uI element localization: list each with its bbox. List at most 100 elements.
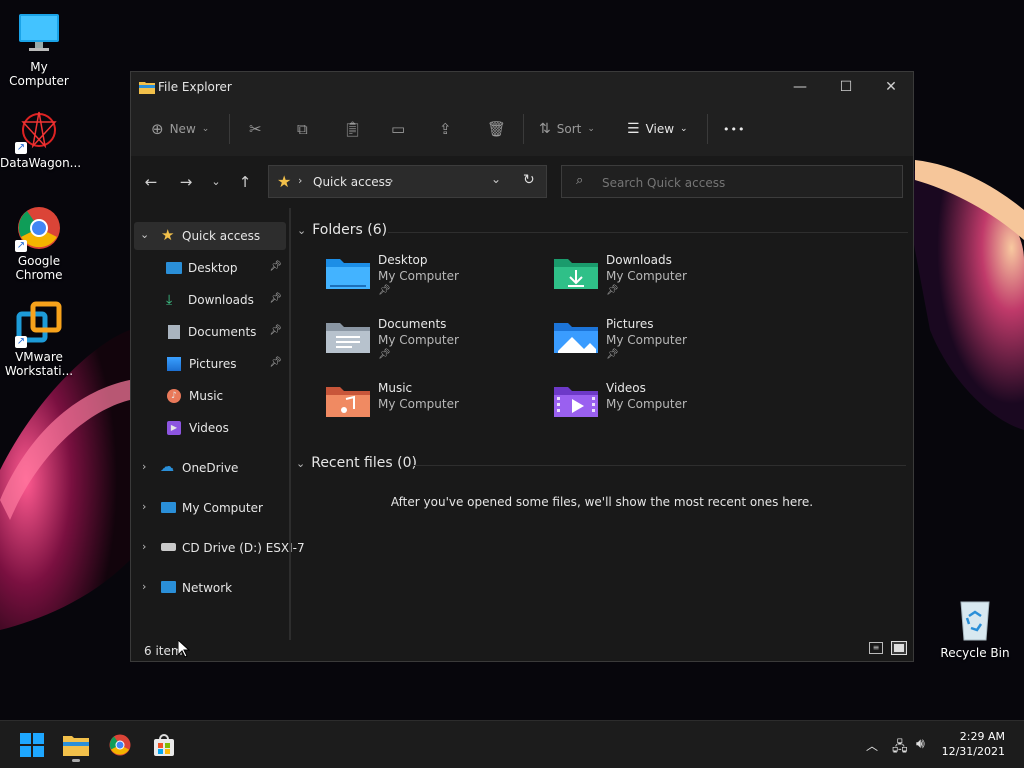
windows-logo-icon: [20, 733, 44, 757]
nav-my-computer[interactable]: › My Computer: [134, 494, 286, 522]
address-dropdown-icon[interactable]: ⌄: [491, 172, 501, 186]
chrome-icon: [109, 734, 131, 756]
navigation-pane: ⌄ ★ Quick access Desktop 📌︎ ⤓ Downloads …: [131, 208, 305, 638]
more-options-button[interactable]: •••: [723, 116, 745, 142]
desktop-icon-google-chrome[interactable]: ↗ Google Chrome: [0, 204, 78, 282]
taskbar-chrome[interactable]: [104, 729, 136, 761]
section-divider: [414, 465, 906, 466]
show-hidden-icons-chevron-icon[interactable]: ︿: [866, 737, 878, 754]
paste-button[interactable]: 📋︎: [343, 116, 362, 142]
network-status-icon[interactable]: 🖧︎: [892, 736, 908, 760]
delete-button[interactable]: 🗑︎: [487, 116, 506, 142]
monitor-icon: [15, 10, 63, 58]
desktop-icon-my-computer[interactable]: My Computer: [0, 10, 78, 88]
nav-downloads[interactable]: ⤓ Downloads 📌︎: [166, 286, 286, 314]
nav-onedrive[interactable]: › ☁ OneDrive: [134, 454, 286, 482]
chevron-right-icon[interactable]: ›: [142, 580, 146, 593]
recent-section-header[interactable]: ⌄ Recent files (0): [296, 455, 417, 471]
desktop-icon-datawagon[interactable]: ↗ DataWagon...: [0, 106, 81, 170]
nav-desktop[interactable]: Desktop 📌︎: [166, 254, 286, 282]
start-button[interactable]: [16, 729, 48, 761]
desktop-icon-label: My Computer: [9, 60, 69, 88]
pin-icon: 📌︎: [606, 349, 619, 360]
nav-videos[interactable]: ▶ Videos: [166, 414, 286, 442]
chevron-right-icon[interactable]: ›: [142, 540, 146, 553]
rename-button[interactable]: ▭: [391, 116, 405, 142]
volume-icon[interactable]: 🔊︎: [916, 736, 925, 752]
new-button[interactable]: ⊕ New ⌄: [151, 116, 209, 142]
desktop-icon: [166, 262, 182, 274]
music-folder-icon: [326, 387, 370, 417]
taskbar-store[interactable]: [148, 729, 180, 761]
folder-tile-downloads[interactable]: Downloads My Computer 📌︎: [554, 253, 774, 311]
arrow-up-icon: ↑: [238, 173, 252, 191]
clock[interactable]: 2:29 AM 12/31/2021: [942, 729, 1005, 759]
nav-quick-access[interactable]: ⌄ ★ Quick access: [134, 222, 286, 250]
pin-icon: 📌︎: [269, 357, 282, 368]
folder-tile-music[interactable]: Music My Computer: [326, 381, 546, 439]
folder-location: My Computer: [378, 269, 459, 283]
vmware-icon: ↗: [15, 300, 63, 348]
folder-tile-documents[interactable]: Documents My Computer 📌︎: [326, 317, 546, 375]
taskbar-file-explorer[interactable]: [60, 729, 92, 762]
nav-music[interactable]: ♪ Music: [166, 382, 286, 410]
sort-arrows-icon: ⇅: [539, 121, 551, 137]
desktop-icon-label: Recycle Bin: [940, 646, 1010, 660]
back-button[interactable]: ←: [139, 172, 163, 192]
shortcut-arrow-icon: ↗: [15, 336, 27, 348]
nav-documents[interactable]: Documents 📌︎: [166, 318, 286, 346]
copy-button[interactable]: ⧉: [297, 116, 308, 142]
nav-network[interactable]: › Network: [134, 574, 286, 602]
nav-pictures[interactable]: Pictures 📌︎: [166, 350, 286, 378]
nav-cd-drive[interactable]: › CD Drive (D:) ESXI-7: [134, 534, 305, 562]
title-bar[interactable]: File Explorer — ☐ ✕: [131, 72, 913, 102]
nav-label: CD Drive (D:) ESXI-7: [182, 541, 305, 555]
minimize-button[interactable]: —: [777, 72, 823, 102]
desktop-icon-vmware[interactable]: ↗ VMware Workstati...: [0, 300, 78, 378]
desktop-icon-label: VMware Workstati...: [4, 350, 74, 378]
window-title: File Explorer: [158, 80, 232, 94]
view-button[interactable]: ☰ View ⌄: [627, 116, 688, 142]
sort-button[interactable]: ⇅ Sort ⌄: [539, 116, 595, 142]
plus-circle-icon: ⊕: [151, 120, 164, 138]
folder-tile-pictures[interactable]: Pictures My Computer 📌︎: [554, 317, 774, 375]
cut-button[interactable]: ✂: [249, 116, 262, 142]
desktop-icon-recycle-bin[interactable]: Recycle Bin: [936, 596, 1014, 660]
download-icon: ⤓: [166, 292, 173, 308]
up-button[interactable]: ↑: [233, 172, 257, 192]
search-icon: ⌕: [576, 173, 584, 188]
close-button[interactable]: ✕: [868, 72, 914, 102]
refresh-icon[interactable]: ↻: [523, 172, 535, 188]
nav-label: Desktop: [188, 261, 238, 275]
address-bar[interactable]: ★ › Quick access › ⌄ ↻: [268, 165, 547, 198]
monitor-icon: [161, 502, 176, 513]
pin-icon: 📌︎: [606, 285, 619, 296]
share-button[interactable]: ⇪: [439, 116, 452, 142]
toolbar-separator: [707, 114, 708, 144]
tiles-view-icon[interactable]: [891, 641, 907, 655]
pane-divider[interactable]: [289, 208, 291, 640]
recent-locations-button[interactable]: ⌄: [204, 172, 228, 192]
running-indicator: [72, 759, 80, 762]
chevron-right-icon[interactable]: ›: [142, 500, 146, 513]
chevron-right-icon[interactable]: ›: [142, 460, 146, 473]
breadcrumb-quick-access[interactable]: Quick access: [313, 175, 391, 189]
recent-header-label: Recent files (0): [311, 455, 417, 471]
chevron-down-icon: ⌄: [211, 175, 221, 188]
nav-label: Pictures: [189, 357, 237, 371]
pin-icon: 📌︎: [378, 285, 391, 296]
pin-icon: 📌︎: [378, 349, 391, 360]
search-box[interactable]: ⌕: [561, 165, 903, 198]
search-input[interactable]: [600, 173, 894, 193]
maximize-button[interactable]: ☐: [823, 72, 869, 102]
music-icon: ♪: [167, 389, 181, 403]
new-label: New: [169, 122, 196, 136]
chevron-expanded-icon[interactable]: ⌄: [140, 228, 149, 241]
mouse-cursor-icon: [178, 640, 190, 658]
forward-button[interactable]: →: [174, 172, 198, 192]
chevron-down-icon: ⌄: [296, 456, 306, 470]
folder-tile-videos[interactable]: Videos My Computer: [554, 381, 774, 439]
folder-tile-desktop[interactable]: Desktop My Computer 📌︎: [326, 253, 546, 311]
details-view-icon[interactable]: ≡: [869, 642, 883, 654]
datawagon-logo-icon: ↗: [15, 106, 63, 154]
